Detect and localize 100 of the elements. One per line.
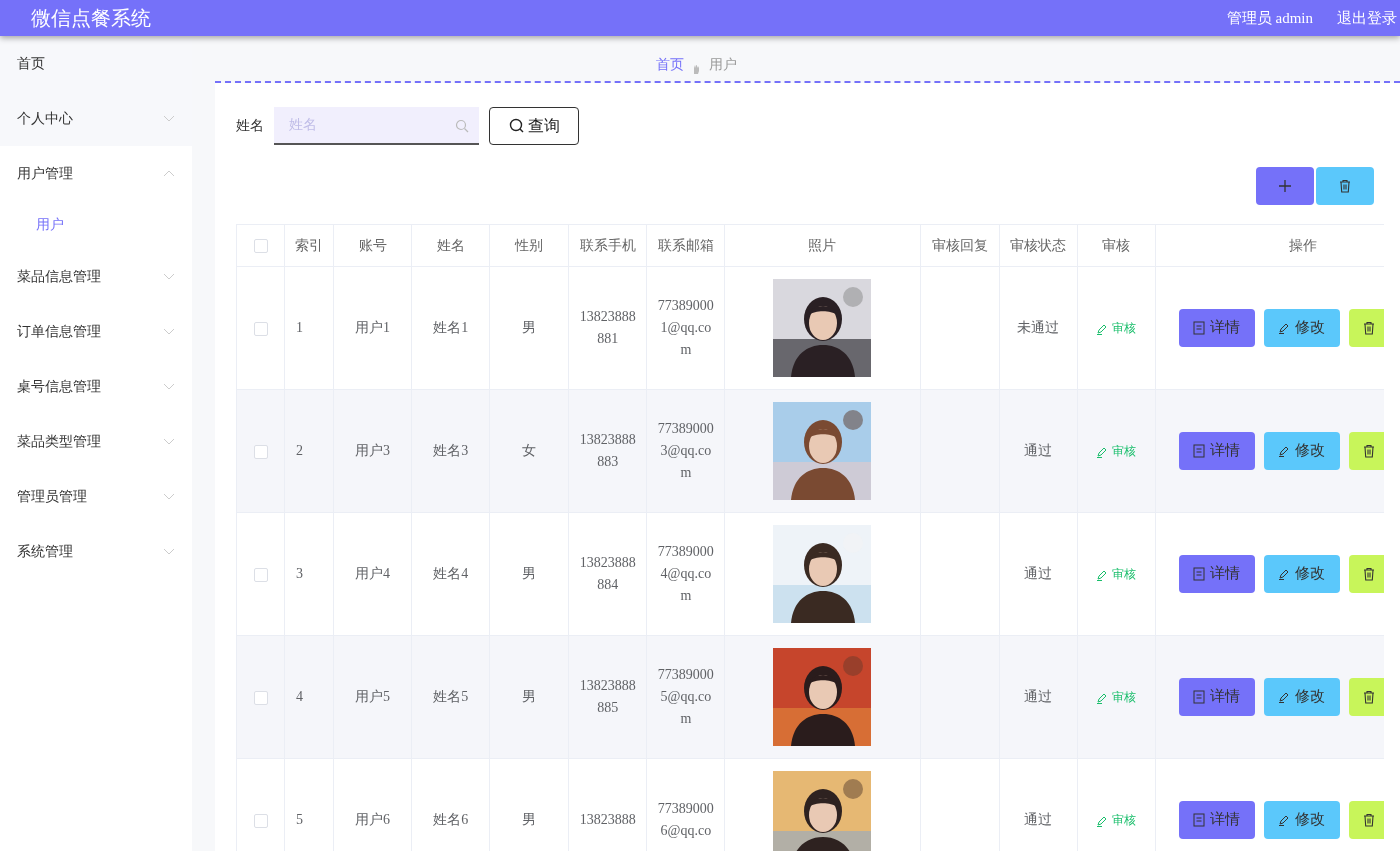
search-label: 姓名 xyxy=(236,117,264,136)
search-icon xyxy=(508,118,524,134)
column-header: 审核回复 xyxy=(920,224,1000,267)
table-cell-text: 4 xyxy=(296,688,304,707)
pencil-icon xyxy=(1278,690,1291,703)
table-cell-text: 男 xyxy=(522,319,537,338)
table-cell-text: 姓名3 xyxy=(433,442,469,461)
column-header: 姓名 xyxy=(411,224,490,267)
table-cell-text: 用户6 xyxy=(355,811,391,830)
edit-button[interactable]: 修改 xyxy=(1263,800,1340,839)
pencil-icon xyxy=(1096,815,1109,827)
delete-button[interactable] xyxy=(1316,166,1374,205)
search-icon xyxy=(455,118,469,133)
sidebar-item[interactable]: 菜品类型管理 xyxy=(0,413,192,469)
edit-button[interactable]: 修改 xyxy=(1263,308,1340,347)
table-cell-text: 5 xyxy=(296,811,304,830)
trash-icon xyxy=(1362,443,1375,458)
table-cell-text: 13823888881 xyxy=(578,307,637,348)
table-cell-text: 姓名4 xyxy=(433,565,469,584)
table-cell-text: 13823888884 xyxy=(578,553,637,594)
document-icon xyxy=(1193,566,1206,581)
table-cell-text: 13823888885 xyxy=(578,676,637,717)
table-cell-text: 773890001@qq.com xyxy=(656,296,715,359)
sidebar-item[interactable]: 管理员管理 xyxy=(0,468,192,524)
sidebar-item[interactable]: 系统管理 xyxy=(0,523,192,579)
table-cell-text: 男 xyxy=(522,811,537,830)
edit-button[interactable]: 修改 xyxy=(1263,554,1340,593)
pencil-icon xyxy=(1278,321,1291,334)
table-cell-text: 姓名1 xyxy=(433,319,469,338)
edit-button[interactable]: 修改 xyxy=(1263,431,1340,470)
column-header: 账号 xyxy=(333,224,412,267)
table-cell-text: 773890006@qq.co xyxy=(656,799,715,840)
table-cell-text: 姓名5 xyxy=(433,688,469,707)
table-cell-text: 用户4 xyxy=(355,565,391,584)
pencil-icon xyxy=(1278,813,1291,826)
column-header: 联系手机 xyxy=(568,224,647,267)
document-icon xyxy=(1193,812,1206,827)
checkbox[interactable] xyxy=(253,239,268,254)
table-cell-text: 男 xyxy=(522,688,537,707)
trash-icon xyxy=(1362,689,1375,704)
table-cell-text: 通过 xyxy=(1024,442,1053,461)
table-cell-text: 通过 xyxy=(1024,688,1053,707)
trash-icon xyxy=(1362,320,1375,335)
column-header: 索引 xyxy=(284,224,334,267)
user-label: 管理员 admin xyxy=(1226,8,1313,28)
sidebar-item[interactable]: 首页 xyxy=(0,35,192,91)
plus-icon xyxy=(1278,178,1292,193)
pencil-icon xyxy=(1096,446,1109,458)
document-icon xyxy=(1193,689,1206,704)
table-cell-text: 1 xyxy=(296,319,304,338)
pencil-icon xyxy=(1096,323,1109,335)
sidebar-item[interactable]: 订单信息管理 xyxy=(0,303,192,359)
table-cell-text: 3 xyxy=(296,565,304,584)
pencil-icon xyxy=(1278,444,1291,457)
checkbox[interactable] xyxy=(253,813,268,828)
trash-icon xyxy=(1339,178,1351,193)
table-cell-text: 用户5 xyxy=(355,688,391,707)
pencil-icon xyxy=(1278,567,1291,580)
table-cell-text: 13823888 xyxy=(578,810,637,829)
table-cell-text: 773890005@qq.com xyxy=(656,665,715,728)
pencil-icon xyxy=(1096,692,1109,704)
table-cell-text: 用户1 xyxy=(355,319,391,338)
table-cell-text: 用户3 xyxy=(355,442,391,461)
sidebar-subitem[interactable]: 用户 xyxy=(0,200,192,249)
sidebar-item[interactable]: 菜品信息管理 xyxy=(0,248,192,304)
add-button[interactable] xyxy=(1256,166,1314,205)
table-cell-text: 2 xyxy=(296,442,304,461)
document-icon xyxy=(1193,320,1206,335)
sidebar-item[interactable]: 用户管理 xyxy=(0,145,192,201)
checkbox[interactable] xyxy=(253,567,268,582)
table-cell-text: 女 xyxy=(522,442,537,461)
hand-icon xyxy=(692,62,701,75)
table-cell-text: 未通过 xyxy=(1017,319,1060,338)
trash-icon xyxy=(1362,566,1375,581)
logout-link[interactable]: 退出登录 xyxy=(1337,6,1397,30)
checkbox[interactable] xyxy=(253,321,268,336)
app-title: 微信点餐系统 xyxy=(30,5,151,31)
column-header: 照片 xyxy=(724,224,921,267)
column-header: 审核状态 xyxy=(999,224,1078,267)
table-cell-text: 通过 xyxy=(1024,811,1053,830)
table-cell-text: 通过 xyxy=(1024,565,1053,584)
table-cell-text: 男 xyxy=(522,565,537,584)
breadcrumb-link[interactable]: 首页 xyxy=(656,53,684,75)
document-icon xyxy=(1193,443,1206,458)
checkbox[interactable] xyxy=(253,690,268,705)
edit-button[interactable]: 修改 xyxy=(1263,677,1340,716)
column-header: 联系邮箱 xyxy=(646,224,725,267)
pencil-icon xyxy=(1096,569,1109,581)
column-header: 审核 xyxy=(1077,224,1156,267)
trash-icon xyxy=(1362,812,1375,827)
sidebar-item[interactable]: 个人中心 xyxy=(0,90,192,146)
sidebar-item[interactable]: 桌号信息管理 xyxy=(0,358,192,414)
table-cell-text: 773890003@qq.com xyxy=(656,419,715,482)
query-button[interactable]: 查询 xyxy=(489,106,579,145)
checkbox[interactable] xyxy=(253,444,268,459)
table-cell-text: 773890004@qq.com xyxy=(656,542,715,605)
column-header: 操作 xyxy=(1155,224,1384,267)
table-cell-text: 13823888883 xyxy=(578,430,637,471)
table-cell-text: 姓名6 xyxy=(433,811,469,830)
column-header: 性别 xyxy=(489,224,569,267)
